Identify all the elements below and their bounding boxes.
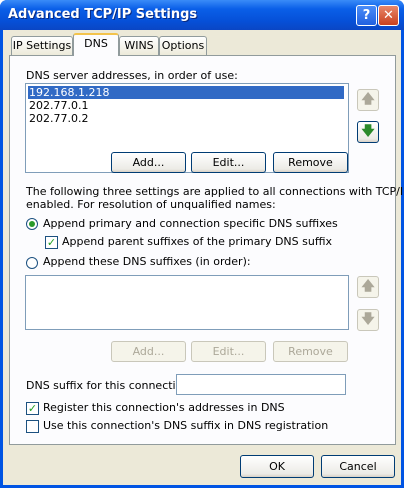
append-parent-checkbox[interactable]: ✓ — [45, 236, 58, 249]
title-bar[interactable]: Advanced TCP/IP Settings ? ✕ — [0, 0, 404, 30]
cancel-button[interactable]: Cancel — [321, 455, 395, 478]
close-button[interactable]: ✕ — [378, 5, 399, 26]
tab-ip-settings[interactable]: IP Settings — [11, 36, 73, 56]
tab-dns[interactable]: DNS — [73, 33, 119, 56]
ok-button[interactable]: OK — [240, 455, 314, 478]
dns-tab-panel: DNS server addresses, in order of use: 1… — [9, 55, 404, 445]
dns-remove-button[interactable]: Remove — [273, 152, 348, 173]
window-title: Advanced TCP/IP Settings — [8, 7, 198, 22]
move-down-button[interactable]: 🡇 — [357, 121, 379, 143]
append-parent-label: Append parent suffixes of the primary DN… — [62, 235, 332, 248]
suffix-move-down-button[interactable]: 🡇 — [357, 309, 379, 331]
dns-edit-button[interactable]: Edit... — [191, 152, 266, 173]
tab-wins[interactable]: WINS — [119, 36, 159, 56]
arrow-up-icon: 🡅 — [361, 279, 375, 294]
conn-suffix-input[interactable] — [176, 374, 346, 395]
advanced-tcpip-dialog: Advanced TCP/IP Settings ? ✕ IP Settings… — [0, 0, 404, 488]
dialog-client: IP Settings DNS WINS Options DNS server … — [3, 30, 404, 485]
use-suffix-checkbox[interactable] — [26, 420, 39, 433]
help-button[interactable]: ? — [356, 5, 377, 26]
use-suffix-label: Use this connection's DNS suffix in DNS … — [43, 419, 329, 432]
info-text-line-1: The following three settings are applied… — [26, 185, 404, 198]
suffix-remove-button[interactable]: Remove — [273, 341, 348, 362]
append-primary-radio[interactable] — [26, 218, 38, 230]
suffix-edit-button[interactable]: Edit... — [191, 341, 266, 362]
dns-add-button[interactable]: Add... — [111, 152, 186, 173]
tab-options[interactable]: Options — [159, 36, 207, 56]
move-up-button[interactable]: 🡅 — [357, 89, 379, 111]
register-label: Register this connection's addresses in … — [43, 401, 285, 414]
info-text-line-2: enabled. For resolution of unqualified n… — [26, 198, 276, 211]
arrow-down-icon: 🡇 — [361, 124, 375, 139]
list-item[interactable]: 202.77.0.2 — [28, 112, 88, 125]
arrow-down-icon: 🡇 — [361, 312, 375, 327]
append-these-radio[interactable] — [26, 257, 38, 269]
append-these-label: Append these DNS suffixes (in order): — [43, 255, 251, 268]
suffix-add-button[interactable]: Add... — [111, 341, 186, 362]
append-primary-label: Append primary and connection specific D… — [43, 217, 338, 230]
dns-servers-label: DNS server addresses, in order of use: — [26, 69, 238, 82]
dns-suffix-list[interactable] — [25, 275, 349, 330]
list-item[interactable]: 202.77.0.1 — [28, 99, 88, 112]
list-item[interactable]: 192.168.1.218 — [28, 86, 344, 99]
suffix-move-up-button[interactable]: 🡅 — [357, 276, 379, 298]
register-checkbox[interactable]: ✓ — [26, 402, 39, 415]
arrow-up-icon: 🡅 — [361, 92, 375, 107]
conn-suffix-label: DNS suffix for this connection: — [26, 379, 194, 392]
